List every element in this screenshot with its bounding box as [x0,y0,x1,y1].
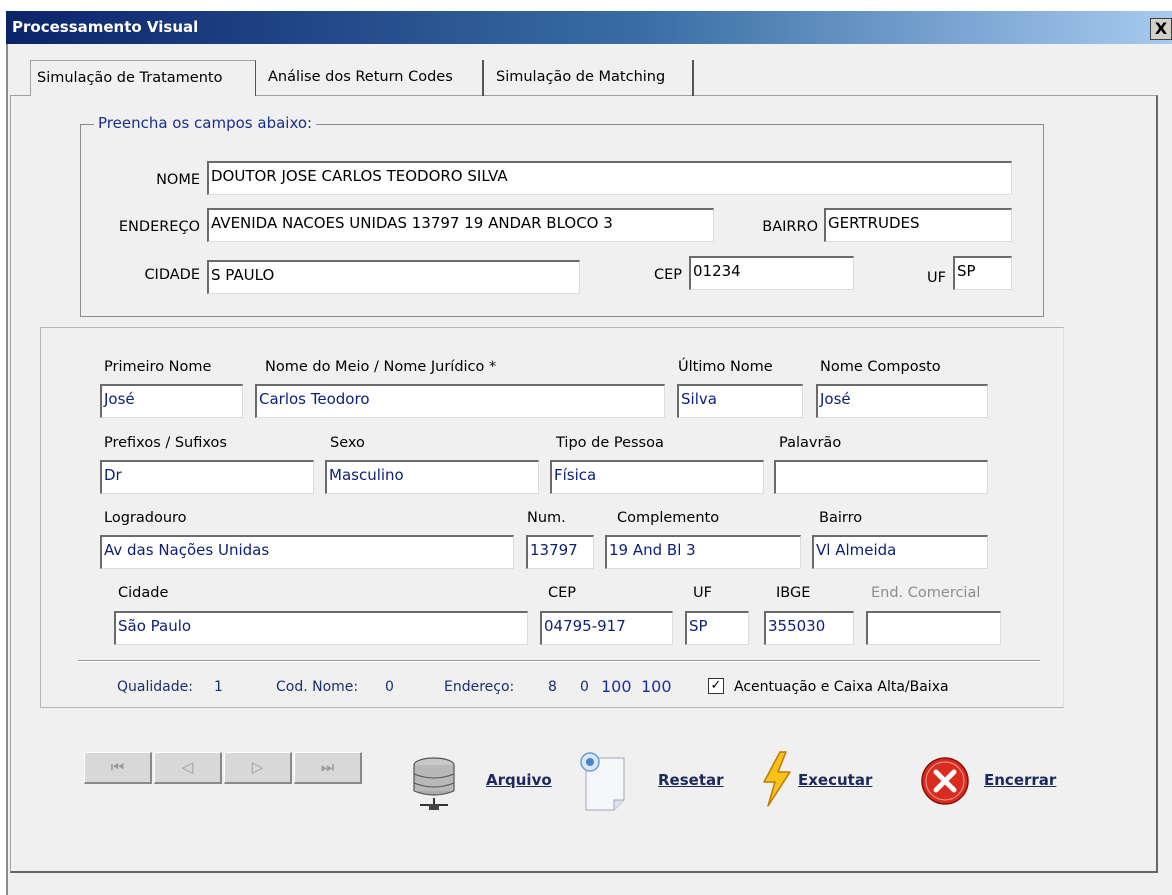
endereco-label: ENDEREÇO [118,219,200,235]
ibge-field[interactable]: 355030 [764,611,854,645]
bairro-result-field[interactable]: Vl Almeida [812,535,988,569]
prefixos-label: Prefixos / Sufixos [104,435,227,451]
cep-input[interactable]: 01234 [689,256,854,290]
ultimo-nome-field[interactable]: Silva [677,384,803,418]
uf-label: UF [927,270,946,286]
lightning-icon[interactable] [760,750,794,808]
bairro-result-label: Bairro [819,510,863,526]
cidade-result-field[interactable]: São Paulo [114,611,528,645]
cidade-label: CIDADE [144,267,200,283]
tab-simulacao-matching[interactable]: Simulação de Matching [490,60,694,96]
prefixos-field[interactable]: Dr [100,460,314,494]
first-icon: ⏮ [110,758,125,776]
nome-label: NOME [156,172,200,188]
nome-meio-field[interactable]: Carlos Teodoro [255,384,665,418]
qualidade-value: 1 [214,679,223,695]
first-record-button[interactable]: ⏮ [84,752,152,784]
acentuacao-checkbox[interactable]: ✓ [708,678,724,694]
num-field[interactable]: 13797 [526,535,594,569]
uf-result-field[interactable]: SP [685,611,749,645]
end-comercial-field[interactable] [866,611,1001,645]
cidade-result-label: Cidade [118,585,169,601]
tipo-pessoa-label: Tipo de Pessoa [556,435,664,451]
database-icon[interactable] [408,755,460,813]
logradouro-field[interactable]: Av das Nações Unidas [100,535,514,569]
primeiro-nome-field[interactable]: José [100,384,243,418]
end-comercial-label: End. Comercial [871,585,981,601]
close-button[interactable]: X [1150,18,1172,40]
complemento-field[interactable]: 19 And Bl 3 [605,535,801,569]
last-record-button[interactable]: ⏭ [294,752,362,784]
cidade-input[interactable]: S PAULO [207,260,580,294]
previous-icon: ◁ [181,758,194,776]
last-icon: ⏭ [320,758,335,776]
endereco-input[interactable]: AVENIDA NACOES UNIDAS 13797 19 ANDAR BLO… [207,208,714,242]
window-title: Processamento Visual [12,18,199,36]
endereco-status-value-2: 0 [580,679,589,695]
endereco-status-label: Endereço: [444,679,515,695]
resetar-button[interactable]: Resetar [658,771,724,789]
tab-label: Análise dos Return Codes [268,69,453,85]
tipo-pessoa-field[interactable]: Física [550,460,764,494]
num-label: Num. [527,510,566,526]
cep-label: CEP [653,267,682,283]
cod-nome-label: Cod. Nome: [276,679,359,695]
acentuacao-label: Acentuação e Caixa Alta/Baixa [734,679,949,695]
bairro-input[interactable]: GERTRUDES [824,208,1012,242]
executar-button[interactable]: Executar [798,771,872,789]
primeiro-nome-label: Primeiro Nome [104,359,212,375]
close-circle-icon[interactable] [920,756,970,806]
score-2: 100 [641,677,672,696]
previous-record-button[interactable]: ◁ [154,752,222,784]
cod-nome-value: 0 [385,679,394,695]
cep-result-label: CEP [548,585,577,601]
nome-composto-label: Nome Composto [820,359,941,375]
next-record-button[interactable]: ▷ [224,752,292,784]
tab-label: Simulação de Matching [496,69,666,85]
sexo-label: Sexo [330,435,365,451]
title-bar: Processamento Visual [6,11,1172,44]
arquivo-button[interactable]: Arquivo [486,771,552,789]
cep-result-field[interactable]: 04795-917 [540,611,673,645]
palavrao-field[interactable] [774,460,988,494]
qualidade-label: Qualidade: [117,679,193,695]
reset-document-icon[interactable] [576,750,634,814]
endereco-status-value-1: 8 [548,679,557,695]
separator [78,660,1040,662]
palavrao-label: Palavrão [779,435,842,451]
tab-analise-return-codes[interactable]: Análise dos Return Codes [262,60,484,96]
groupbox-legend: Preencha os campos abaixo: [94,114,317,132]
next-icon: ▷ [251,758,264,776]
uf-result-label: UF [693,585,712,601]
nome-input[interactable]: DOUTOR JOSE CARLOS TEODORO SILVA [207,161,1012,195]
uf-input[interactable]: SP [953,256,1012,290]
nome-meio-label: Nome do Meio / Nome Jurídico * [265,359,497,375]
complemento-label: Complemento [617,510,720,526]
score-1: 100 [601,677,632,696]
tab-label: Simulação de Tratamento [37,70,223,86]
nome-composto-field[interactable]: José [816,384,988,418]
bairro-label: BAIRRO [762,219,818,235]
sexo-field[interactable]: Masculino [325,460,539,494]
tab-simulacao-tratamento[interactable]: Simulação de Tratamento [30,60,256,96]
encerrar-button[interactable]: Encerrar [984,771,1056,789]
ibge-label: IBGE [776,585,811,601]
logradouro-label: Logradouro [104,510,187,526]
ultimo-nome-label: Último Nome [678,359,773,375]
